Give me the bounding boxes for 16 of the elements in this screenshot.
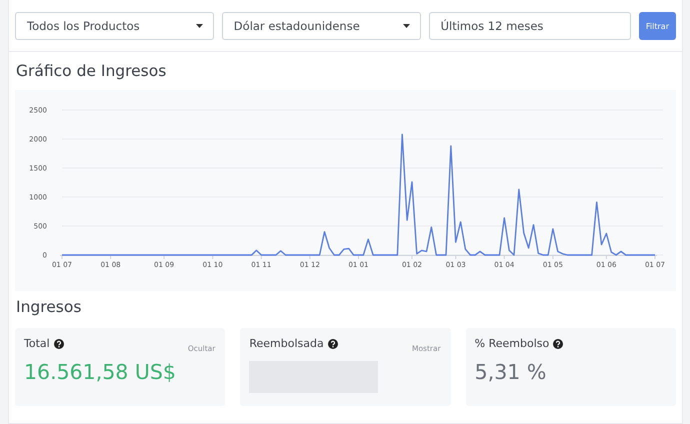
filter-button[interactable]: Filtrar — [638, 12, 676, 40]
stat-value: 16.561,58 US$ — [24, 360, 177, 384]
help-icon[interactable] — [553, 338, 564, 348]
help-icon[interactable] — [54, 338, 64, 348]
caret-icon — [402, 24, 410, 28]
stat-label: Total — [24, 337, 50, 350]
dropdown[interactable]: Dólar estadounidense — [222, 12, 421, 40]
dropdown[interactable]: Todos los Productos — [15, 12, 214, 40]
caret-icon — [196, 24, 203, 28]
stat-label: % Reembolso — [474, 337, 550, 350]
section-title: Ingresos — [16, 298, 82, 316]
input-field[interactable]: Últimos 12 meses — [428, 12, 631, 40]
stat-label: Reembolsada — [249, 337, 324, 350]
stat-value: 5,31 % — [474, 360, 548, 384]
section-title: Gráfico de Ingresos — [16, 62, 168, 80]
help-icon[interactable] — [328, 338, 338, 348]
